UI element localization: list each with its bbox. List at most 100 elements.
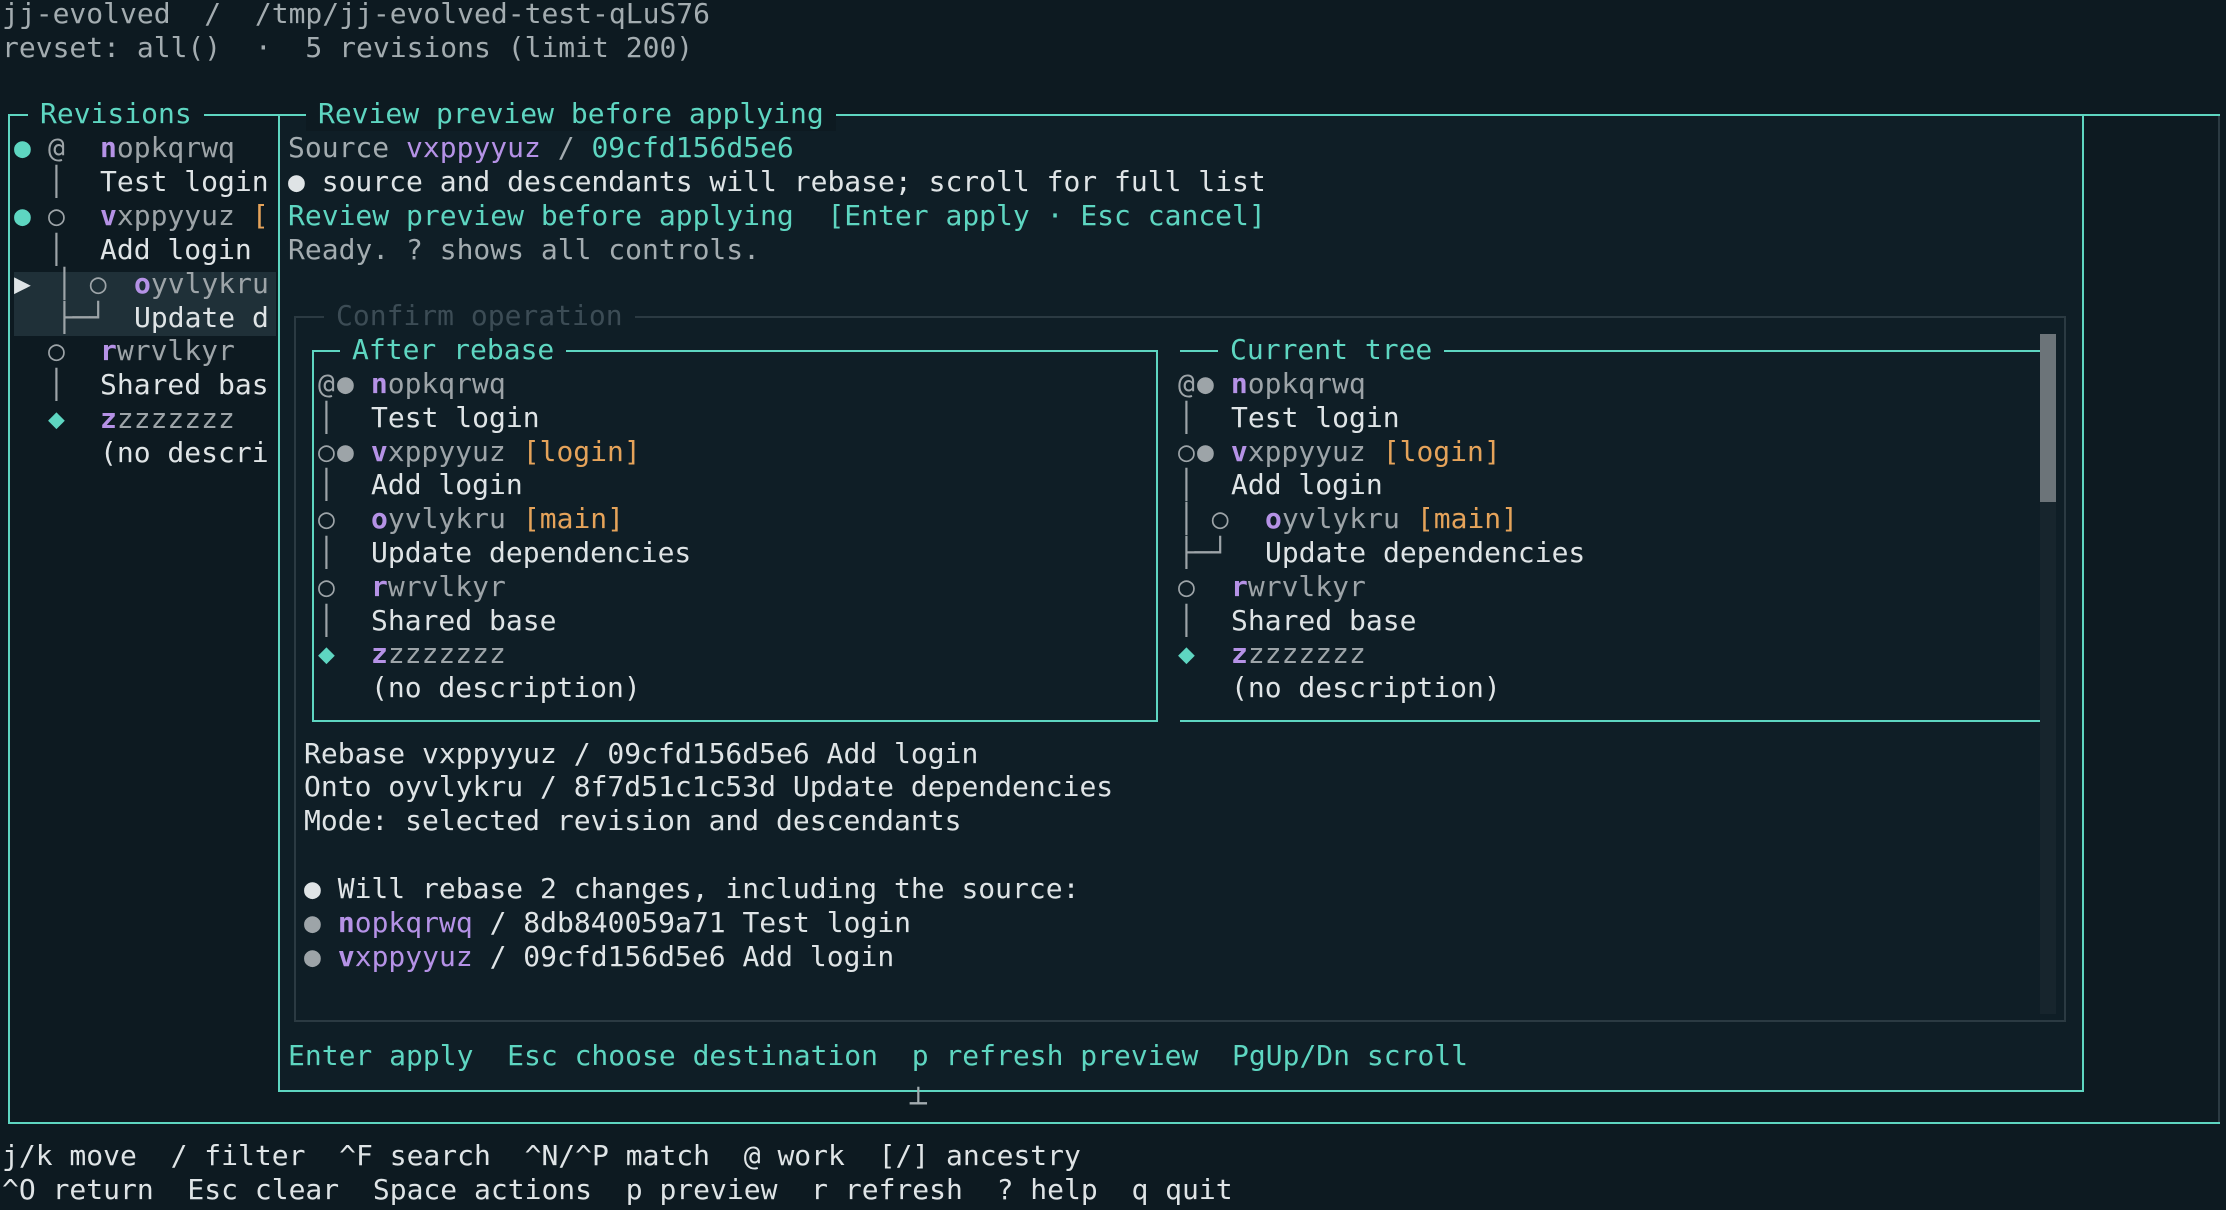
tree-graph-icon: │ ○ <box>1178 502 1229 536</box>
tree-id-tail: opkqrwq <box>1247 367 1366 400</box>
dot-icon: ● <box>1197 434 1214 468</box>
tree-text: ● vxppyyuz [login] <box>1197 435 1501 469</box>
changes-header: ● Will rebase 2 changes, including the s… <box>304 872 1080 905</box>
tree-text: zzzzzzzz <box>1231 637 1366 671</box>
tree-graph-icon: │ <box>1178 468 1195 502</box>
revision-node-icon: ◆ <box>48 402 65 436</box>
review-title: Review preview before applying <box>306 97 836 131</box>
dot-icon: ● <box>337 367 354 400</box>
tree-id-head: n <box>1230 367 1248 400</box>
change-id-head: v <box>337 939 355 973</box>
tree-id-tail: xppyyuz <box>1247 434 1366 468</box>
revision-text: Update d <box>134 301 269 335</box>
help-line-2: ^O return Esc clear Space actions p prev… <box>2 1173 1233 1206</box>
after-rebase-title: After rebase <box>340 333 567 367</box>
detail-rebase: Rebase vxppyyuz / 09cfd156d5e6 Add login <box>304 737 979 770</box>
change-detail: / 09cfd156d5e6 Add login <box>472 939 895 973</box>
tree-id-head: r <box>371 569 388 603</box>
tree-text: Update dependencies <box>1265 536 1585 570</box>
revision-bookmark: [ <box>251 198 269 232</box>
revision-id-head: n <box>100 131 117 164</box>
tree-id-head: v <box>370 434 388 468</box>
revision-text: Test login <box>100 165 269 199</box>
bullet-icon: ● <box>304 939 321 973</box>
tree-bookmark: [main] <box>522 502 625 536</box>
source-id: vxppyyuz <box>406 131 541 164</box>
tree-graph-icon: ○ <box>1178 434 1195 468</box>
tree-id-tail: yvlykru <box>387 502 506 536</box>
rebase-notice: ● source and descendants will rebase; sc… <box>288 165 1266 198</box>
source-label: Source <box>288 131 390 164</box>
revisions-title: Revisions <box>28 97 204 131</box>
confirm-title: Confirm operation <box>324 299 635 333</box>
revision-id-tail: xppyyuz <box>116 198 235 232</box>
tree-text: Add login <box>371 468 523 502</box>
tree-graph-icon: @ <box>318 367 335 400</box>
tree-graph-icon: │ <box>1178 400 1195 434</box>
revision-text: (no descri <box>100 436 269 470</box>
tree-id-tail: zzzzzzz <box>1247 637 1366 671</box>
revision-id-head: r <box>100 334 117 368</box>
tree-id-head: z <box>1231 637 1248 671</box>
revision-text: Add login <box>100 233 252 267</box>
revset-summary: revset: all() · 5 revisions (limit 200) <box>2 31 694 64</box>
tree-description: Add login <box>1231 468 1383 502</box>
tree-graph-icon: │ <box>318 603 335 637</box>
tree-id-tail: wrvlkyr <box>387 569 506 603</box>
tree-id-head: n <box>370 367 388 400</box>
tree-bookmark: [login] <box>522 434 641 468</box>
help-line-1: j/k move / filter ^F search ^N/^P match … <box>2 1139 1081 1172</box>
tree-bookmark: [login] <box>1382 434 1501 468</box>
source-sep: / <box>540 131 592 164</box>
tree-text: ● nopkqrwq <box>1197 367 1366 401</box>
tree-id-head: v <box>1230 434 1248 468</box>
revision-text: Shared bas <box>100 368 269 402</box>
change-id-tail: xppyyuz <box>354 939 473 973</box>
tree-text: Shared base <box>371 604 556 638</box>
tree-text: rwrvlkyr <box>1231 570 1366 604</box>
revision-id-tail: wrvlkyr <box>116 334 235 368</box>
tree-description: Shared base <box>1231 603 1417 637</box>
tree-graph-icon: │ <box>318 536 335 569</box>
ready-message: Ready. ? shows all controls. <box>288 233 761 266</box>
tree-description: Test login <box>371 400 540 434</box>
revision-description: (no descri <box>100 436 269 470</box>
frame-joint: ┴ <box>910 1087 927 1120</box>
revision-text: oyvlykru <box>134 267 269 301</box>
dot-icon: ● <box>1197 367 1214 400</box>
tree-id-head: r <box>1231 569 1248 603</box>
tree-graph-icon: ○ <box>318 502 335 536</box>
tree-description: Update dependencies <box>371 536 692 569</box>
tree-id-tail: zzzzzzz <box>387 637 506 671</box>
tree-text: Add login <box>1231 468 1383 502</box>
revision-id-tail: yvlykru <box>150 266 269 300</box>
revision-node-icon: │ <box>48 232 65 266</box>
status-keys[interactable]: [Enter apply · Esc cancel] <box>827 199 1265 232</box>
tree-graph-icon: ├─┘ <box>1178 536 1229 569</box>
tree-graph-icon: ◆ <box>318 637 335 671</box>
tree-text: (no description) <box>371 671 641 705</box>
revision-node-icon: ○ <box>48 198 65 232</box>
scrollbar-thumb[interactable] <box>2040 334 2056 502</box>
revision-description: Add login <box>100 232 252 266</box>
revision-text: zzzzzzzz <box>100 402 235 436</box>
revision-node-icon: │ <box>48 164 65 198</box>
tree-graph-icon: ○ <box>318 434 335 468</box>
tree-id-head: o <box>1265 502 1282 536</box>
change-id-head: n <box>337 906 355 939</box>
tree-description: Shared base <box>371 603 557 637</box>
status-title: Review preview before applying <box>288 199 794 232</box>
revision-description: Shared bas <box>100 368 269 402</box>
change-item: ● nopkqrwq / 8db840059a71 Test login <box>304 906 911 940</box>
current-tree-title: Current tree <box>1218 333 1445 367</box>
revision-description: Update d <box>134 300 269 334</box>
tree-text: oyvlykru [main] <box>1265 502 1518 536</box>
tree-graph-icon: ○ <box>318 569 335 603</box>
tree-id-tail: opkqrwq <box>387 367 506 400</box>
tree-graph-icon: │ <box>318 468 335 502</box>
revision-id-tail: zzzzzzz <box>116 402 235 436</box>
tree-id-head: z <box>371 637 388 671</box>
modal-footer-keys[interactable]: Enter apply Esc choose destination p ref… <box>288 1039 1468 1073</box>
tree-text: Update dependencies <box>371 536 691 570</box>
revision-marker: ▶ <box>14 266 31 300</box>
